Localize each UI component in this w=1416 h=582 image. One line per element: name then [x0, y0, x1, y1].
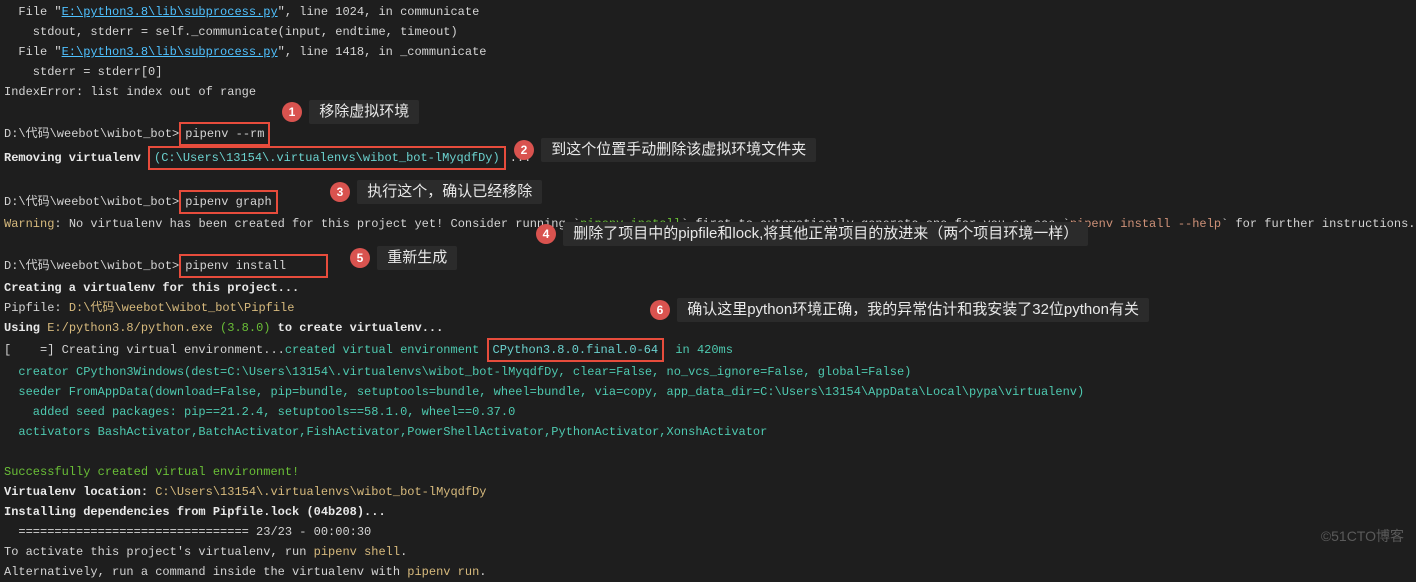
annotation-2: 2 到这个位置手动删除该虚拟环境文件夹 [514, 138, 816, 162]
traceback-link[interactable]: E:\python3.8\lib\subprocess.py [62, 45, 278, 59]
command-highlight-box: pipenv install [179, 254, 328, 278]
annotation-label: 移除虚拟环境 [309, 100, 419, 124]
terminal-output: File "E:\python3.8\lib\subprocess.py", l… [4, 2, 1412, 582]
annotation-label: 到这个位置手动删除该虚拟环境文件夹 [541, 138, 816, 162]
annotation-badge: 4 [536, 224, 556, 244]
annotation-3: 3 执行这个，确认已经移除 [330, 180, 542, 204]
annotation-label: 执行这个，确认已经移除 [357, 180, 542, 204]
annotation-badge: 1 [282, 102, 302, 122]
annotation-badge: 5 [350, 248, 370, 268]
annotation-badge: 6 [650, 300, 670, 320]
annotation-5: 5 重新生成 [350, 246, 457, 270]
prompt: D:\代码\weebot\wibot_bot> [4, 127, 179, 141]
annotation-badge: 2 [514, 140, 534, 160]
annotation-1: 1 移除虚拟环境 [282, 100, 419, 124]
annotation-label: 删除了项目中的pipfile和lock,将其他正常项目的放进来（两个项目环境一样… [563, 222, 1088, 246]
command-highlight-box: pipenv graph [179, 190, 277, 214]
command-highlight-box: pipenv --rm [179, 122, 270, 146]
annotation-badge: 3 [330, 182, 350, 202]
annotation-4: 4 删除了项目中的pipfile和lock,将其他正常项目的放进来（两个项目环境… [536, 222, 1088, 246]
traceback-link[interactable]: E:\python3.8\lib\subprocess.py [62, 5, 278, 19]
path-highlight-box: (C:\Users\13154\.virtualenvs\wibot_bot-l… [148, 146, 506, 170]
annotation-label: 确认这里python环境正确，我的异常估计和我安装了32位python有关 [677, 298, 1149, 322]
annotation-6: 6 确认这里python环境正确，我的异常估计和我安装了32位python有关 [650, 298, 1149, 322]
prompt: D:\代码\weebot\wibot_bot> [4, 195, 179, 209]
watermark: ©51CTO博客 [1321, 526, 1404, 546]
prompt: D:\代码\weebot\wibot_bot> [4, 259, 179, 273]
cpython-highlight-box: CPython3.8.0.final.0-64 [487, 338, 665, 362]
annotation-label: 重新生成 [377, 246, 457, 270]
